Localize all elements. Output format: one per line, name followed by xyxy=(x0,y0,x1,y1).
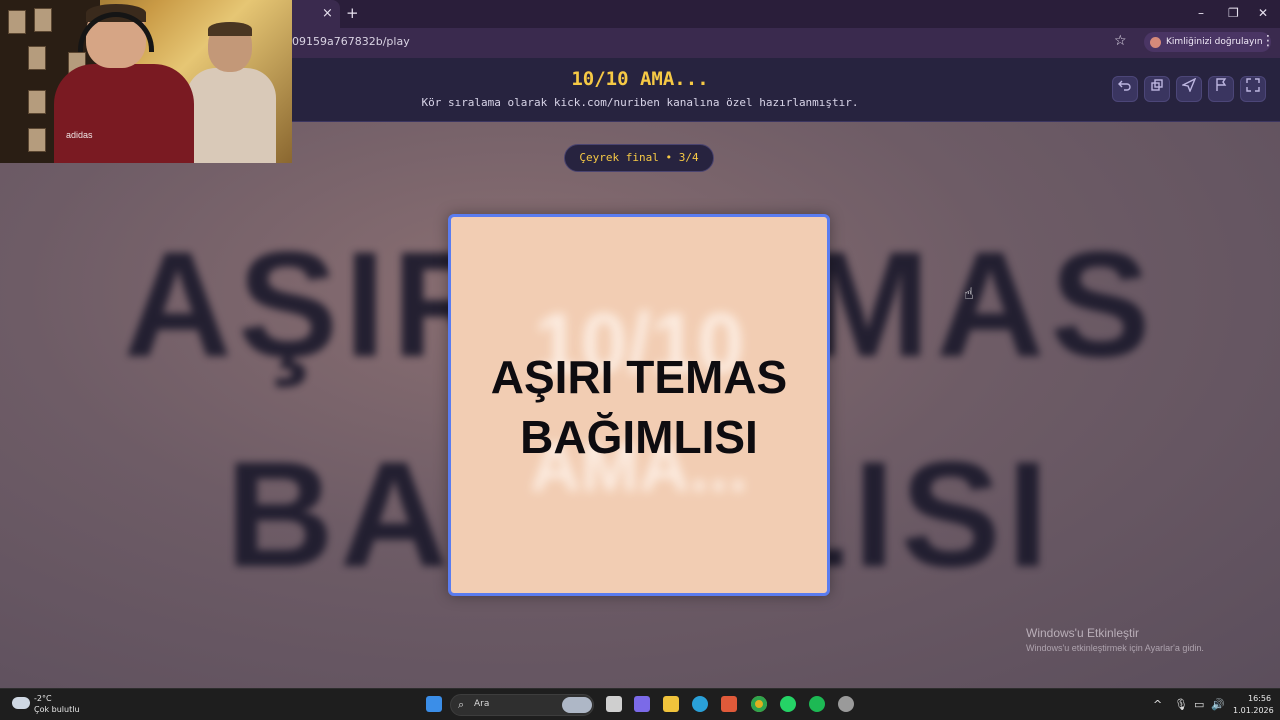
cloud-icon[interactable] xyxy=(12,697,30,709)
fullscreen-icon xyxy=(1246,78,1260,92)
network-icon[interactable]: ▭ xyxy=(1194,698,1204,711)
maximize-button[interactable]: ❐ xyxy=(1228,6,1239,20)
windows-activation-title: Windows'u Etkinleştir xyxy=(1026,626,1139,640)
webcam-overlay: adidas xyxy=(0,0,292,163)
weather-temperature[interactable]: -2°C xyxy=(34,694,52,703)
copy-icon xyxy=(1151,79,1163,91)
tab-close-icon[interactable]: × xyxy=(322,6,333,21)
identity-verify-button[interactable]: Kimliğinizi doğrulayın xyxy=(1144,32,1271,52)
clock-date[interactable]: 1.01.2026 xyxy=(1233,706,1274,715)
clock-time[interactable]: 16:56 xyxy=(1248,694,1271,703)
choice-card[interactable]: 10/10 AMA... AŞIRI TEMAS BAĞIMLISI xyxy=(448,214,830,596)
app-icon[interactable] xyxy=(838,696,854,712)
weather-description[interactable]: Çok bulutlu xyxy=(34,705,80,714)
wall-poster xyxy=(28,128,46,152)
close-window-button[interactable]: ✕ xyxy=(1258,6,1268,20)
url-field[interactable]: 09159a767832b/play xyxy=(292,35,410,48)
spotify-icon[interactable] xyxy=(809,696,825,712)
profile-avatar xyxy=(1150,37,1161,48)
search-highlight-icon xyxy=(562,697,592,713)
wall-poster xyxy=(34,8,52,32)
round-indicator: Çeyrek final • 3/4 xyxy=(564,144,714,172)
webcam-person-right xyxy=(186,22,276,163)
windows-activation-subtitle: Windows'u etkinleştirmek için Ayarlar'a … xyxy=(1026,643,1204,653)
chrome-icon[interactable] xyxy=(751,696,767,712)
start-button[interactable] xyxy=(426,696,442,712)
tray-chevron-icon[interactable]: ^ xyxy=(1153,698,1162,711)
wall-poster xyxy=(28,46,46,70)
volume-icon[interactable]: 🔊 xyxy=(1211,698,1225,711)
microphone-icon[interactable]: 🎙 xyxy=(1174,698,1188,711)
wall-poster xyxy=(8,10,26,34)
flag-icon xyxy=(1216,78,1227,91)
identity-label: Kimliğinizi doğrulayın xyxy=(1166,37,1263,47)
send-icon xyxy=(1180,77,1197,93)
new-tab-button[interactable]: + xyxy=(346,4,359,22)
card-title-line1: AŞIRI TEMAS xyxy=(490,351,788,403)
copilot-icon[interactable] xyxy=(634,696,650,712)
minimize-button[interactable]: – xyxy=(1198,6,1204,20)
card-title-line2: BAĞIMLISI xyxy=(520,411,758,463)
flag-button[interactable] xyxy=(1208,76,1234,102)
bookmark-star-icon[interactable]: ☆ xyxy=(1114,33,1127,49)
search-icon: ⌕ xyxy=(458,698,465,711)
hand-cursor-icon: ☝ xyxy=(964,284,974,303)
store-icon[interactable] xyxy=(721,696,737,712)
browser-menu-icon[interactable]: ⋮ xyxy=(1261,33,1275,49)
search-label: Ara xyxy=(474,699,490,709)
copy-button[interactable] xyxy=(1144,76,1170,102)
shirt-logo: adidas xyxy=(66,130,93,140)
edge-icon[interactable] xyxy=(692,696,708,712)
undo-button[interactable] xyxy=(1112,76,1138,102)
send-button[interactable] xyxy=(1176,76,1202,102)
file-explorer-icon[interactable] xyxy=(663,696,679,712)
fullscreen-button[interactable] xyxy=(1240,76,1266,102)
undo-icon xyxy=(1118,80,1131,91)
task-view-icon[interactable] xyxy=(606,696,622,712)
whatsapp-icon[interactable] xyxy=(780,696,796,712)
windows-taskbar: -2°C Çok bulutlu ⌕ Ara ^ 🎙 ▭ 🔊 16:56 1.0… xyxy=(0,688,1280,720)
wall-poster xyxy=(28,90,46,114)
